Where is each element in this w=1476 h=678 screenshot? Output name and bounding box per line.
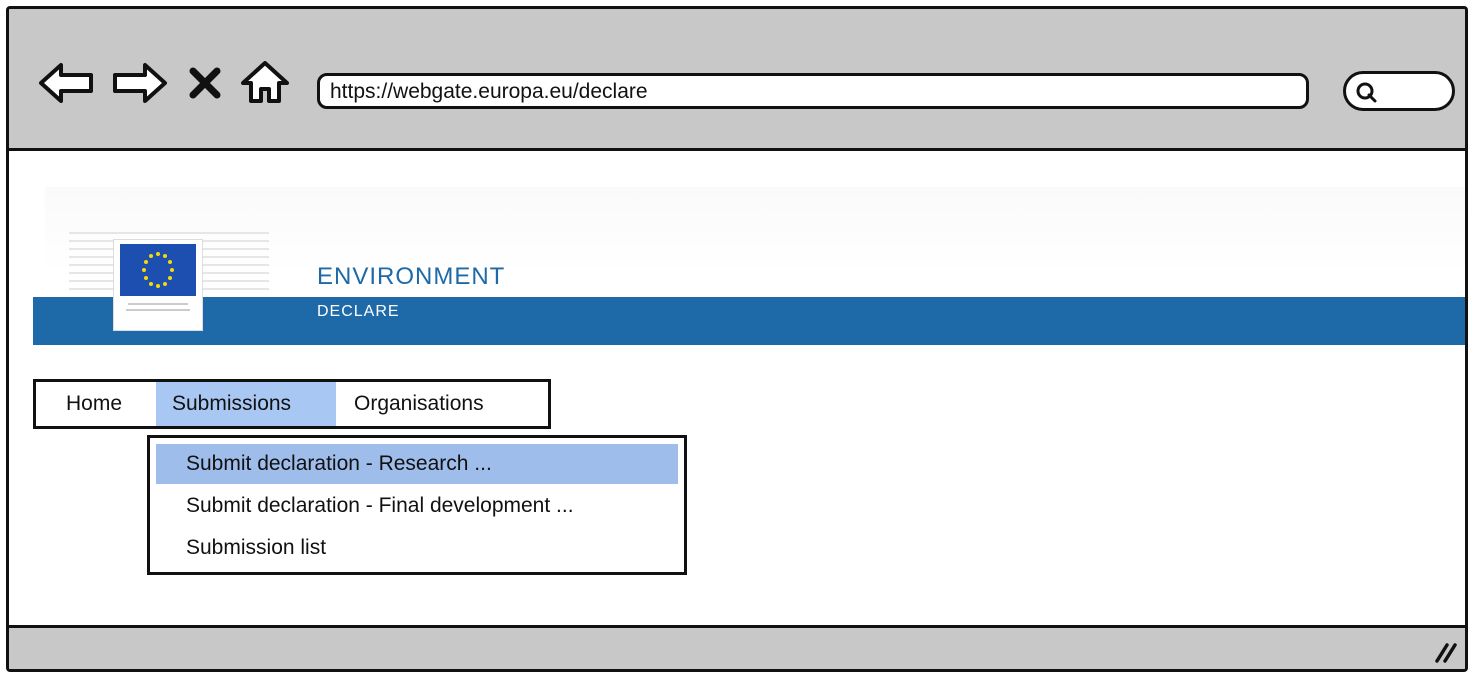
arrow-left-icon[interactable]	[37, 61, 97, 105]
eu-flag-icon	[120, 244, 196, 296]
logo-caption	[118, 300, 198, 317]
submissions-dropdown: Submit declaration - Research ... Submit…	[147, 435, 687, 575]
close-icon[interactable]	[185, 61, 225, 105]
resize-grip-icon[interactable]	[1433, 639, 1457, 663]
eu-commission-logo[interactable]	[113, 239, 203, 331]
menu-item-submissions[interactable]: Submissions	[156, 382, 336, 426]
home-icon[interactable]	[239, 61, 291, 105]
browser-search-input[interactable]	[1343, 71, 1455, 111]
site-subtitle: DECLARE	[317, 303, 400, 320]
browser-toolbar: https://webgate.europa.eu/declare	[9, 9, 1465, 151]
browser-window: https://webgate.europa.eu/declare ENVIRO…	[6, 6, 1468, 672]
search-icon	[1356, 82, 1377, 103]
main-menu: Home Submissions Organisations	[33, 379, 551, 429]
dropdown-item-submission-list[interactable]: Submission list	[150, 528, 684, 568]
dropdown-item-submit-final-development[interactable]: Submit declaration - Final development .…	[150, 486, 684, 526]
dropdown-item-submit-research[interactable]: Submit declaration - Research ...	[156, 444, 678, 484]
site-title: ENVIRONMENT	[317, 263, 506, 290]
url-text: https://webgate.europa.eu/declare	[330, 80, 648, 103]
header-band	[33, 297, 1465, 345]
address-bar[interactable]: https://webgate.europa.eu/declare	[317, 73, 1309, 109]
page-content: ENVIRONMENT DECLARE Home Submissions Org…	[9, 151, 1465, 631]
menu-item-organisations[interactable]: Organisations	[338, 382, 544, 426]
arrow-right-icon[interactable]	[109, 61, 169, 105]
menu-item-home[interactable]: Home	[50, 382, 156, 426]
status-bar	[9, 625, 1465, 669]
